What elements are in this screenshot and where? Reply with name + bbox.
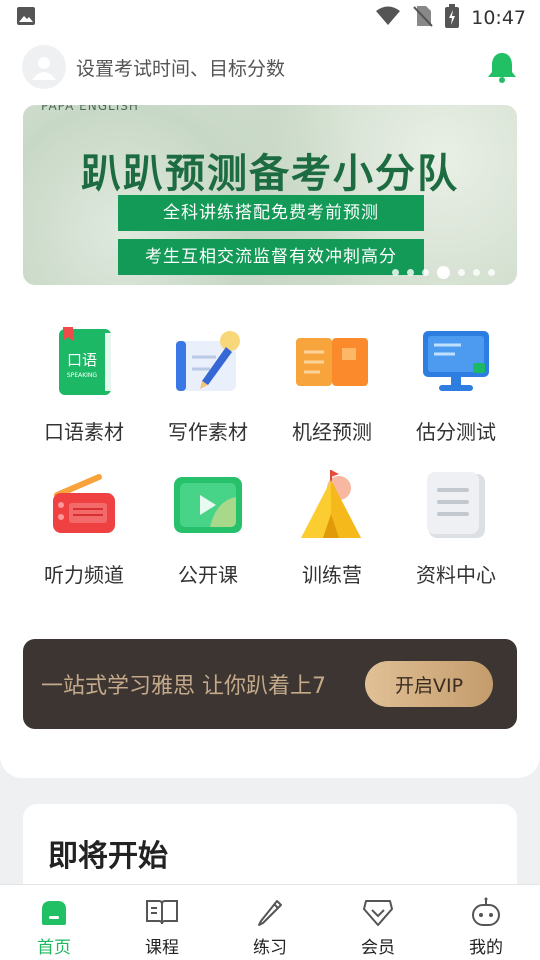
status-bar: 10:47 bbox=[0, 0, 540, 36]
grid-label: 公开课 bbox=[178, 563, 238, 587]
vip-promo-bar[interactable]: 一站式学习雅思 让你趴着上7 开启VIP bbox=[23, 639, 517, 729]
tab-practice[interactable]: 练习 bbox=[216, 885, 324, 960]
robot-icon bbox=[469, 895, 503, 929]
radio-icon bbox=[46, 467, 122, 543]
carousel-dot-active bbox=[437, 266, 450, 279]
banner-title: 趴趴预测备考小分队 bbox=[81, 151, 459, 197]
grid-label: 资料中心 bbox=[416, 563, 496, 587]
carousel-dot bbox=[422, 269, 429, 276]
grid-item-score-test[interactable]: 估分测试 bbox=[394, 324, 518, 459]
wifi-icon bbox=[375, 6, 401, 30]
tab-home[interactable]: 首页 bbox=[0, 885, 108, 960]
book-icon bbox=[145, 895, 179, 929]
carousel-dot bbox=[488, 269, 495, 276]
pencil-icon bbox=[253, 895, 287, 929]
banner-line-1: 全科讲练搭配免费考前预测 bbox=[118, 195, 424, 231]
clock: 10:47 bbox=[471, 7, 526, 29]
upcoming-title: 即将开始 bbox=[48, 839, 168, 874]
writing-notebook-icon bbox=[170, 324, 246, 400]
home-icon bbox=[37, 895, 71, 929]
grid-label: 听力频道 bbox=[44, 563, 124, 587]
open-book-icon bbox=[294, 324, 370, 400]
tab-membership[interactable]: 会员 bbox=[324, 885, 432, 960]
tab-courses[interactable]: 课程 bbox=[108, 885, 216, 960]
gallery-notification-icon bbox=[16, 7, 36, 30]
tent-icon bbox=[294, 467, 370, 543]
grid-item-listening[interactable]: 听力频道 bbox=[22, 467, 146, 602]
speaking-book-icon: 口语 SPEAKING bbox=[46, 324, 122, 400]
grid-item-camp[interactable]: 训练营 bbox=[270, 467, 394, 602]
tab-profile[interactable]: 我的 bbox=[432, 885, 540, 960]
diamond-icon bbox=[361, 895, 395, 929]
carousel-dot bbox=[473, 269, 480, 276]
feature-grid: 口语 SPEAKING 口语素材 写作素材 机经预测 估分测试 听力频道 公开课… bbox=[22, 324, 518, 602]
tab-label: 课程 bbox=[145, 938, 179, 958]
video-play-icon bbox=[170, 467, 246, 543]
carousel-dot bbox=[407, 269, 414, 276]
tab-label: 首页 bbox=[37, 938, 71, 958]
vip-promo-text: 一站式学习雅思 让你趴着上7 bbox=[41, 674, 326, 699]
grid-label: 训练营 bbox=[302, 563, 362, 587]
bell-icon[interactable] bbox=[482, 47, 522, 87]
exam-target-header[interactable]: 设置考试时间、目标分数 bbox=[22, 44, 522, 90]
speaking-icon-text: 口语 bbox=[67, 351, 97, 369]
grid-item-speaking[interactable]: 口语 SPEAKING 口语素材 bbox=[22, 324, 146, 459]
avatar[interactable] bbox=[22, 45, 66, 89]
grid-item-open-class[interactable]: 公开课 bbox=[146, 467, 270, 602]
carousel-dots bbox=[392, 266, 495, 279]
document-icon bbox=[418, 467, 494, 543]
battery-charging-icon bbox=[445, 4, 460, 32]
grid-label: 机经预测 bbox=[292, 420, 372, 444]
grid-item-resources[interactable]: 资料中心 bbox=[394, 467, 518, 602]
promo-banner[interactable]: PAPA ENGLISH 趴趴预测备考小分队 全科讲练搭配免费考前预测 考生互相… bbox=[23, 105, 517, 285]
carousel-dot bbox=[458, 269, 465, 276]
banner-brand: PAPA ENGLISH bbox=[41, 105, 139, 113]
open-vip-button[interactable]: 开启VIP bbox=[365, 661, 493, 707]
grid-label: 写作素材 bbox=[168, 420, 248, 444]
carousel-dot bbox=[392, 269, 399, 276]
grid-label: 估分测试 bbox=[416, 420, 496, 444]
no-sim-icon bbox=[413, 5, 433, 31]
exam-setting-prompt[interactable]: 设置考试时间、目标分数 bbox=[76, 54, 482, 81]
home-top-card: 设置考试时间、目标分数 PAPA ENGLISH 趴趴预测备考小分队 全科讲练搭… bbox=[0, 36, 540, 778]
grid-item-writing[interactable]: 写作素材 bbox=[146, 324, 270, 459]
speaking-icon-subtext: SPEAKING bbox=[67, 372, 98, 379]
tab-label: 会员 bbox=[361, 938, 395, 958]
banner-line-2: 考生互相交流监督有效冲刺高分 bbox=[118, 239, 424, 275]
grid-item-prediction[interactable]: 机经预测 bbox=[270, 324, 394, 459]
grid-label: 口语素材 bbox=[44, 420, 124, 444]
monitor-icon bbox=[418, 324, 494, 400]
tab-label: 练习 bbox=[253, 938, 287, 958]
bottom-tab-bar: 首页 课程 练习 会员 我的 bbox=[0, 884, 540, 960]
tab-label: 我的 bbox=[469, 938, 503, 958]
